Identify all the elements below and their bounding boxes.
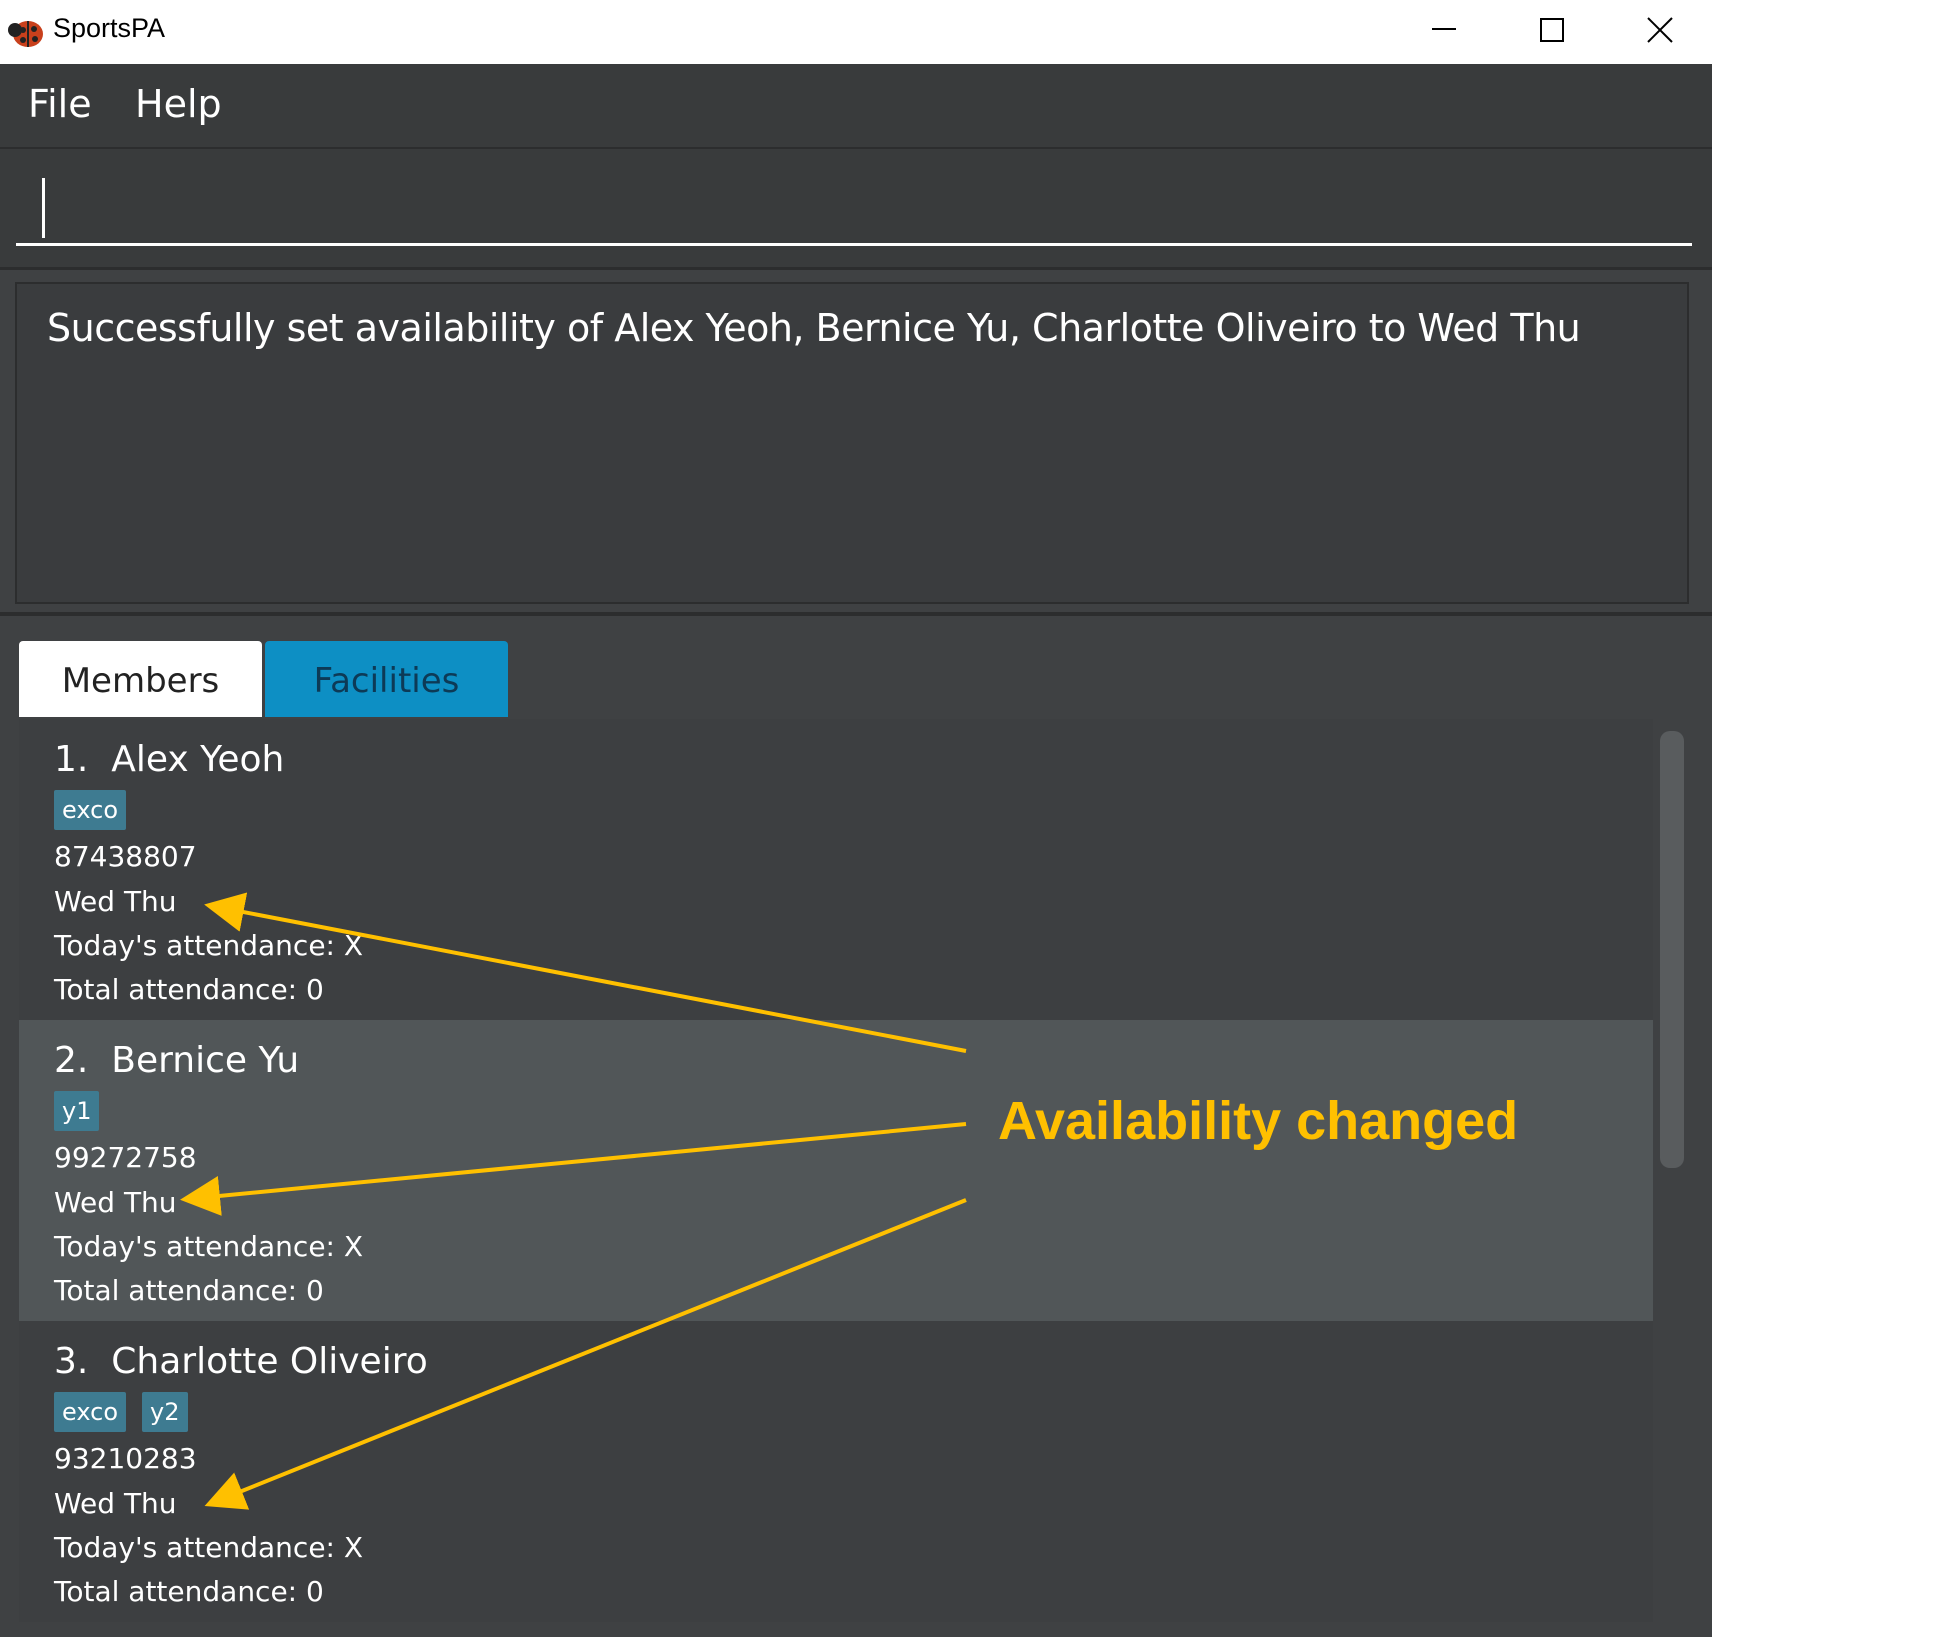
annotation-label: Availability changed — [998, 1091, 1519, 1151]
annotation-arrow — [204, 1198, 967, 1510]
annotation-arrows — [180, 892, 967, 1510]
annotation-arrow — [204, 892, 967, 1053]
annotation-arrow — [180, 1122, 967, 1216]
